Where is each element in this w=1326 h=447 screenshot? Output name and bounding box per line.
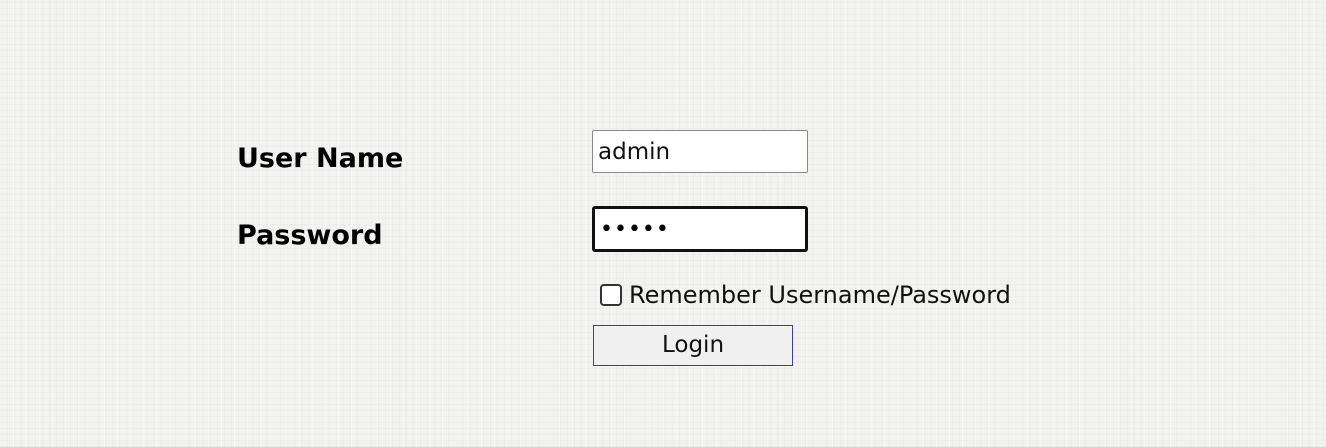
- remember-row[interactable]: Remember Username/Password: [600, 283, 1011, 307]
- password-label: Password: [237, 220, 383, 251]
- remember-checkbox[interactable]: [600, 284, 622, 306]
- password-input[interactable]: [592, 206, 808, 252]
- username-input[interactable]: [592, 130, 808, 173]
- login-button[interactable]: Login: [593, 325, 793, 366]
- username-label: User Name: [237, 143, 404, 174]
- remember-label[interactable]: Remember Username/Password: [629, 283, 1011, 307]
- login-form: User Name Password Remember Username/Pas…: [0, 0, 1326, 447]
